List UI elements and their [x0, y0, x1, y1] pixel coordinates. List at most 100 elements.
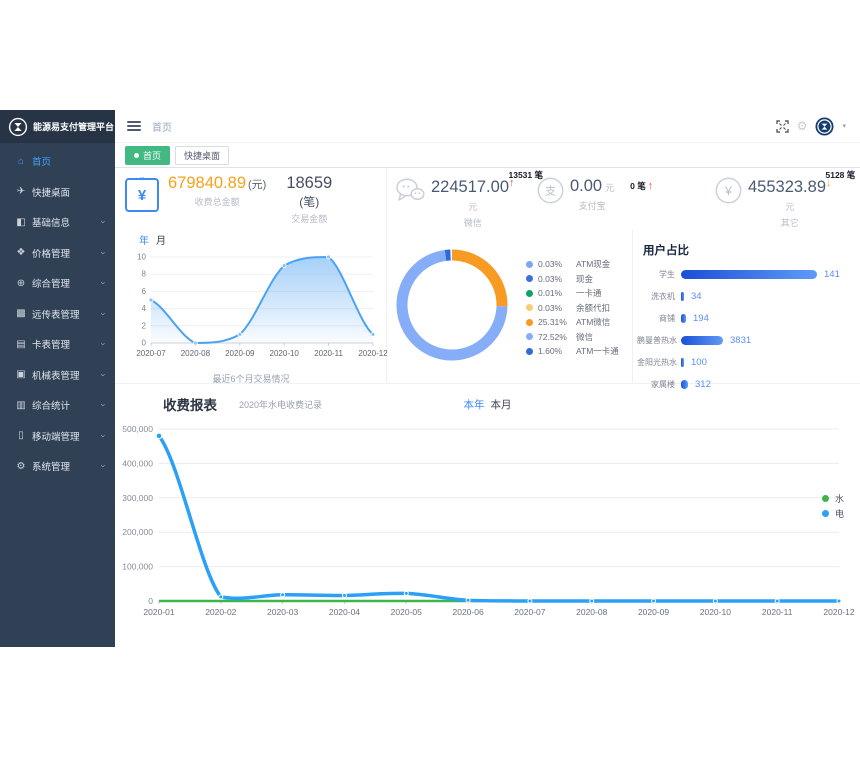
topbar: 首页 ⚙ ▾ [115, 110, 860, 143]
svg-text:0: 0 [142, 339, 147, 348]
sidebar-item-quick-desktop[interactable]: ✈ 快捷桌面 [0, 177, 115, 208]
legend-item-water[interactable]: 水 [822, 491, 844, 506]
water-electricity-line-chart: 0100,000200,000300,000400,000500,0002020… [119, 419, 843, 621]
report-chart-area: 0100,000200,000300,000400,000500,0002020… [115, 419, 860, 621]
hamburger-icon[interactable] [127, 121, 141, 131]
svg-text:2020-04: 2020-04 [329, 607, 360, 617]
chevron-down-icon: › [99, 282, 109, 285]
base-info-icon: ◧ [13, 217, 29, 228]
tab-this-month[interactable]: 本月 [491, 399, 512, 411]
sidebar-item-mobile[interactable]: ▯ 移动端管理 › [0, 421, 115, 452]
sidebar-item-mechanical-meter[interactable]: ▣ 机械表管理 › [0, 360, 115, 391]
app-logo: 能源易支付管理平台 [0, 110, 115, 143]
transactions-mini-chart: 02468102020-072020-082020-092020-102020-… [125, 249, 377, 369]
user-bar-row: 鹏曼普热水3831 [637, 335, 854, 346]
sidebar-item-card-meter[interactable]: ▤ 卡表管理 › [0, 329, 115, 360]
wechat-amount: 224517.00 [431, 178, 509, 196]
system-gear-icon: ⚙ [13, 461, 29, 472]
breadcrumb[interactable]: 首页 [152, 119, 172, 134]
total-panel: ˇ¥ 679840.89(元) 收费总金额 18659 (笔) 交易金额 [115, 168, 387, 383]
chevron-down-icon: › [99, 434, 109, 437]
legend-item[interactable]: 0.01%一卡通 [526, 286, 619, 301]
tab-home[interactable]: 首页 [125, 146, 170, 165]
total-amount-label: 收费总金额 [168, 195, 266, 208]
svg-text:2020-12: 2020-12 [358, 349, 388, 358]
tab-this-year[interactable]: 本年 [464, 399, 485, 411]
svg-text:10: 10 [137, 253, 146, 262]
legend-item[interactable]: 25.31%ATM微信 [526, 315, 619, 330]
legend-dot-icon [822, 495, 829, 502]
svg-text:2020-03: 2020-03 [267, 607, 298, 617]
sidebar-menu: ⌂ 首页 ✈ 快捷桌面 ◧ 基础信息 › ❖ 价格管理 › [0, 143, 115, 482]
legend-item[interactable]: 1.60%ATM一卡通 [526, 344, 619, 359]
sidebar-item-system[interactable]: ⚙ 系统管理 › [0, 451, 115, 482]
alipay-amount: 0.00 [570, 177, 602, 195]
sidebar-item-home[interactable]: ⌂ 首页 [0, 146, 115, 177]
svg-text:2020-09: 2020-09 [225, 349, 255, 358]
bar [681, 336, 723, 345]
user-bar-row: 学生141 [637, 269, 854, 280]
tab-quick-desktop[interactable]: 快捷桌面 [175, 146, 229, 165]
svg-text:2: 2 [142, 321, 147, 330]
svg-text:¥: ¥ [724, 184, 732, 198]
svg-text:400,000: 400,000 [122, 458, 153, 468]
chevron-down-icon: › [99, 312, 109, 315]
charts-row: 0.03%ATM现金 0.03%现金 0.01%一卡通 0.03%余额代扣 25… [387, 230, 860, 383]
sidebar-item-general-manage[interactable]: ⊕ 综合管理 › [0, 268, 115, 299]
report-period-tabs: 本年本月 [115, 397, 860, 412]
caret-down-icon[interactable]: ▾ [842, 122, 846, 130]
legend-item[interactable]: 0.03%余额代扣 [526, 301, 619, 316]
topbar-actions: ⚙ ▾ [776, 117, 846, 136]
legend-item[interactable]: 72.52%微信 [526, 330, 619, 345]
svg-text:6: 6 [142, 287, 147, 296]
total-amount-block: 679840.89(元) 收费总金额 [168, 174, 266, 208]
page: 能源易支付管理平台 ⌂ 首页 ✈ 快捷桌面 ◧ 基础信息 › ❖ [0, 0, 860, 760]
chevron-down-icon: › [99, 373, 109, 376]
total-amount: 679840.89 [168, 174, 246, 192]
app-logo-icon [8, 117, 28, 137]
wechat-count-badge: 13531 笔 [509, 169, 544, 181]
report-section: 收费报表 2020年水电收费记录 本年本月 0100,000200,000300… [115, 384, 860, 647]
sidebar-item-base-info[interactable]: ◧ 基础信息 › [0, 207, 115, 238]
general-manage-icon: ⊕ [13, 278, 29, 289]
bar [681, 314, 686, 323]
chevron-down-icon: › [99, 404, 109, 407]
fullscreen-icon[interactable] [776, 120, 789, 133]
svg-text:200,000: 200,000 [122, 527, 153, 537]
alipay-icon: 支 [537, 177, 564, 204]
avatar[interactable] [815, 117, 834, 136]
gear-icon[interactable]: ⚙ [797, 119, 808, 133]
legend-item[interactable]: 0.03%ATM现金 [526, 257, 619, 272]
app-window: 能源易支付管理平台 ⌂ 首页 ✈ 快捷桌面 ◧ 基础信息 › ❖ [0, 110, 860, 647]
payment-stats-row: 224517.00↑13531 笔 元 微信 支 [387, 168, 860, 230]
tab-year[interactable]: 年 [139, 236, 149, 247]
top-section: ˇ¥ 679840.89(元) 收费总金额 18659 (笔) 交易金额 [115, 168, 860, 384]
alipay-label: 支付宝 [570, 199, 614, 212]
legend-item-electricity[interactable]: 电 [822, 506, 844, 521]
user-bar-row: 洗衣机34 [637, 291, 854, 302]
sidebar-item-statistics[interactable]: ▥ 综合统计 › [0, 390, 115, 421]
svg-text:2020-09: 2020-09 [638, 607, 669, 617]
other-unit: 元 [748, 200, 832, 213]
sidebar-item-remote-meter[interactable]: ▩ 远传表管理 › [0, 299, 115, 330]
dot-icon [134, 153, 139, 158]
bar [681, 358, 684, 367]
user-bar-row: 商铺194 [637, 313, 854, 324]
remote-meter-icon: ▩ [13, 308, 29, 319]
user-share-panel: 用户占比 学生141 洗衣机34 商铺194 鹏曼普热水3831 金阳光热水10… [633, 230, 860, 383]
user-share-title: 用户占比 [637, 242, 854, 258]
alipay-stat: 支 0.00元 支付宝 0 笔↑ [533, 177, 703, 230]
svg-text:500,000: 500,000 [122, 424, 153, 434]
legend-item[interactable]: 0.03%现金 [526, 272, 619, 287]
legend-dot-icon [526, 348, 533, 355]
legend-dot-icon [526, 275, 533, 282]
app-title: 能源易支付管理平台 [33, 120, 114, 133]
svg-text:支: 支 [545, 185, 556, 198]
svg-text:2020-08: 2020-08 [576, 607, 607, 617]
alipay-count-badge: 0 笔↑ [630, 180, 653, 192]
svg-text:2020-02: 2020-02 [205, 607, 236, 617]
report-legend: 水 电 [822, 491, 844, 521]
chevron-down-icon: › [99, 465, 109, 468]
sidebar-item-price[interactable]: ❖ 价格管理 › [0, 238, 115, 269]
tab-month[interactable]: 月 [156, 236, 166, 247]
